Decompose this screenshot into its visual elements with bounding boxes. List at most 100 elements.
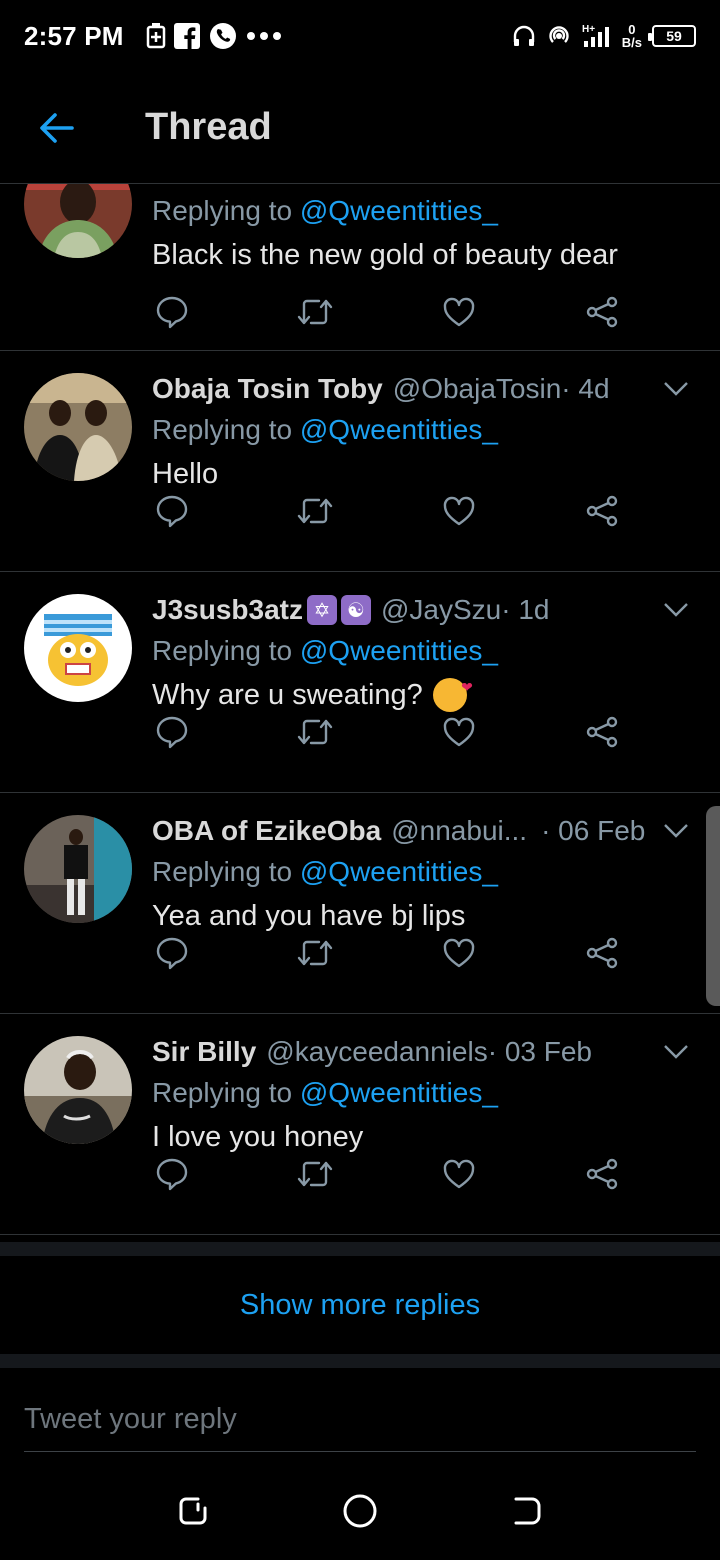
more-dots-icon <box>246 32 281 40</box>
retweet-button[interactable] <box>295 1154 335 1194</box>
back-nav-icon <box>514 1497 541 1525</box>
like-button[interactable] <box>439 933 479 973</box>
author-handle[interactable]: @JaySzu <box>381 594 501 626</box>
avatar[interactable] <box>24 594 132 702</box>
avatar[interactable] <box>24 184 132 258</box>
mention-link[interactable]: @Qweentitties_ <box>300 195 498 226</box>
like-button[interactable] <box>439 1154 479 1194</box>
author-handle[interactable]: @nnabui... <box>391 815 527 847</box>
tweet-text: Black is the new gold of beauty dear <box>152 239 618 271</box>
like-icon <box>443 297 474 327</box>
headset-icon <box>513 25 534 46</box>
mention-link[interactable]: @Qweentitties_ <box>300 635 498 666</box>
back-arrow-icon <box>40 112 74 143</box>
notification-icons <box>146 21 282 51</box>
tweet[interactable]: OBA of EzikeOba @nnabui... · 06 Feb Repl… <box>0 793 720 1014</box>
tweet-actions <box>152 933 622 973</box>
tweet-header: J3susb3atz ✡ ☯ @JaySzu · 1d <box>152 590 690 630</box>
show-more-replies-button[interactable]: Show more replies <box>0 1256 720 1354</box>
tweet-menu-button[interactable] <box>662 596 690 624</box>
share-icon <box>586 296 618 328</box>
avatar[interactable] <box>24 373 132 481</box>
reply-icon <box>156 296 188 329</box>
retweet-icon <box>298 1161 333 1187</box>
menorah-emoji-icon: ✡ <box>306 595 337 625</box>
like-button[interactable] <box>439 292 479 332</box>
like-button[interactable] <box>439 491 479 531</box>
scroll-indicator[interactable] <box>706 806 720 1006</box>
reply-feed[interactable]: Replying to @Qweentitties_ Black is the … <box>0 184 720 1242</box>
tweet[interactable]: Replying to @Qweentitties_ Black is the … <box>0 184 720 351</box>
tweet-body: OBA of EzikeOba @nnabui... · 06 Feb Repl… <box>152 811 690 939</box>
tweet[interactable]: J3susb3atz ✡ ☯ @JaySzu · 1d Replying to … <box>0 572 720 793</box>
reply-button[interactable] <box>152 491 192 531</box>
reply-compose-field[interactable]: Tweet your reply <box>24 1388 696 1452</box>
mention-link[interactable]: @Qweentitties_ <box>300 1077 498 1108</box>
chevron-down-icon <box>664 824 688 838</box>
avatar[interactable] <box>24 815 132 923</box>
tweet-actions <box>152 491 622 531</box>
mention-link[interactable]: @Qweentitties_ <box>300 414 498 445</box>
share-button[interactable] <box>582 933 622 973</box>
home-button[interactable] <box>330 1481 390 1541</box>
tweet-actions <box>152 292 622 332</box>
share-icon <box>586 1158 618 1190</box>
retweet-button[interactable] <box>295 292 335 332</box>
reply-button[interactable] <box>152 933 192 973</box>
tweet-date: · 03 Feb <box>487 1036 592 1067</box>
retweet-button[interactable] <box>295 491 335 531</box>
mention-link[interactable]: @Qweentitties_ <box>300 856 498 887</box>
author-name[interactable]: Obaja Tosin Toby <box>152 373 383 405</box>
recents-icon <box>179 1497 207 1525</box>
author-handle[interactable]: @kayceedanniels <box>266 1036 487 1068</box>
share-icon <box>586 716 618 748</box>
tweet-date: · 4d <box>561 373 610 404</box>
like-icon <box>443 496 474 526</box>
tweet-header: OBA of EzikeOba @nnabui... · 06 Feb <box>152 811 690 851</box>
svg-text:H+: H+ <box>582 24 595 35</box>
tweet-menu-button[interactable] <box>662 817 690 845</box>
replying-to: Replying to @Qweentitties_ <box>152 1077 498 1108</box>
home-circle-icon <box>343 1494 377 1528</box>
facebook-icon <box>173 23 200 49</box>
share-button[interactable] <box>582 1154 622 1194</box>
reply-button[interactable] <box>152 292 192 332</box>
battery-indicator: 59 <box>648 25 696 47</box>
tweet[interactable]: Sir Billy @kayceedanniels · 03 Feb Reply… <box>0 1014 720 1235</box>
battery-level: 59 <box>666 28 682 44</box>
reply-button[interactable] <box>152 1154 192 1194</box>
battery-saver-icon <box>146 23 165 49</box>
author-name[interactable]: OBA of EzikeOba <box>152 815 381 847</box>
author-name[interactable]: Sir Billy <box>152 1036 256 1068</box>
back-button[interactable] <box>0 72 112 184</box>
retweet-icon <box>298 498 333 524</box>
author-name[interactable]: J3susb3atz <box>152 594 303 626</box>
tweet[interactable]: Obaja Tosin Toby @ObajaTosin · 4d Replyi… <box>0 351 720 572</box>
tweet-body: Replying to @Qweentitties_ Black is the … <box>152 190 690 278</box>
retweet-button[interactable] <box>295 712 335 752</box>
page-title: Thread <box>145 106 272 148</box>
kiss-emoji-icon <box>432 664 473 712</box>
back-nav-button[interactable] <box>497 1481 557 1541</box>
recents-button[interactable] <box>163 1481 223 1541</box>
reply-button[interactable] <box>152 712 192 752</box>
tweet-menu-button[interactable] <box>662 1038 690 1066</box>
tweet-menu-button[interactable] <box>662 375 690 403</box>
avatar[interactable] <box>24 1036 132 1144</box>
tweet-body: Obaja Tosin Toby @ObajaTosin · 4d Replyi… <box>152 369 690 497</box>
share-button[interactable] <box>582 292 622 332</box>
retweet-button[interactable] <box>295 933 335 973</box>
reply-icon <box>156 1158 188 1191</box>
share-button[interactable] <box>582 712 622 752</box>
whatsapp-icon <box>209 23 236 49</box>
chevron-down-icon <box>664 1045 688 1059</box>
section-divider <box>0 1242 720 1256</box>
system-icons: H+ 0 B/s 59 <box>512 23 696 49</box>
like-button[interactable] <box>439 712 479 752</box>
status-bar: 2:57 PM H+ 0 B/s 59 <box>0 0 720 72</box>
tweet-body: J3susb3atz ✡ ☯ @JaySzu · 1d Replying to … <box>152 590 690 718</box>
share-button[interactable] <box>582 491 622 531</box>
author-handle[interactable]: @ObajaTosin <box>393 373 562 405</box>
yin-yang-emoji-icon: ☯ <box>340 595 371 625</box>
chevron-down-icon <box>664 603 688 617</box>
